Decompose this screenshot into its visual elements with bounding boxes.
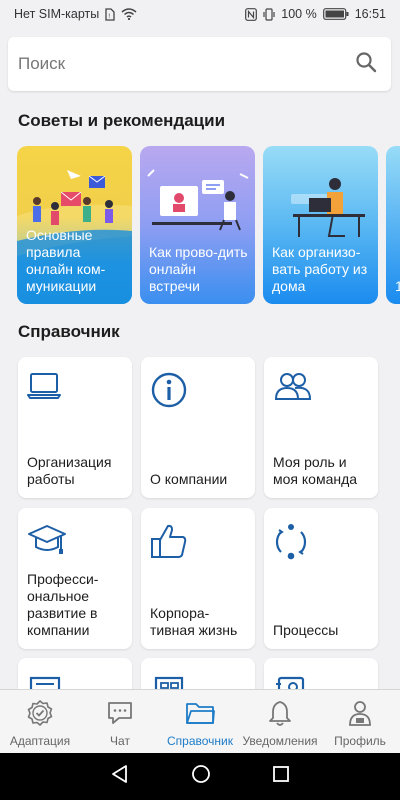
nav-item-reference[interactable]: Справочник xyxy=(160,690,240,753)
tips-section-title: Советы и рекомендации xyxy=(18,111,226,130)
chat-icon xyxy=(105,699,135,730)
nav-item-adaptation[interactable]: Адаптация xyxy=(0,690,80,753)
graduation-cap-icon xyxy=(27,522,67,563)
info-icon xyxy=(150,371,188,414)
nav-item-profile[interactable]: Профиль xyxy=(320,690,400,753)
status-bar: Нет SIM-карты ! 100 % 16:51 xyxy=(0,0,400,28)
search-icon[interactable] xyxy=(355,51,377,78)
nfc-icon xyxy=(245,7,258,21)
sim-icon: ! xyxy=(105,7,115,21)
battery-icon xyxy=(322,8,349,20)
laptop-icon xyxy=(27,371,63,406)
reference-tile-corporate-life[interactable]: Корпора-тивная жизнь xyxy=(141,508,255,649)
tip-card[interactable]: Как организо-вать работу из дома xyxy=(263,146,378,304)
nav-label: Адаптация xyxy=(9,734,71,748)
battery-percent: 100 % xyxy=(281,7,317,21)
home-icon[interactable] xyxy=(191,764,211,789)
folder-icon xyxy=(184,699,216,730)
tile-label: Организация работы xyxy=(27,454,112,487)
back-icon[interactable] xyxy=(110,764,130,789)
tip-card[interactable]: Основные правила онлайн ком-муникации xyxy=(17,146,132,304)
reference-section-title: Справочник xyxy=(18,322,120,341)
search-input[interactable] xyxy=(18,54,318,74)
reference-tile-processes[interactable]: Процессы xyxy=(264,508,378,649)
tip-card-label: Как организо-вать работу из дома xyxy=(272,244,368,294)
tile-label: Професси-ональное развитие в компании xyxy=(27,571,99,638)
tip-card-label: 1 xyxy=(395,278,400,294)
svg-text:!: ! xyxy=(108,13,110,20)
recents-icon[interactable] xyxy=(272,765,290,788)
bell-icon xyxy=(266,699,294,730)
tile-label: Процессы xyxy=(273,622,339,638)
thumbs-up-icon xyxy=(150,522,188,565)
search-bar[interactable] xyxy=(8,37,391,91)
reference-tile-work-organization[interactable]: Организация работы xyxy=(18,357,132,498)
status-left: Нет SIM-карты ! xyxy=(14,7,137,21)
nav-item-notifications[interactable]: Уведомления xyxy=(240,690,320,753)
tile-label: Корпора-тивная жизнь xyxy=(150,605,238,638)
tip-card[interactable]: Как прово-дить онлайн встречи xyxy=(140,146,255,304)
nav-label: Справочник xyxy=(167,734,233,748)
cycle-icon xyxy=(273,522,309,565)
tile-label: Моя роль и моя команда xyxy=(273,454,358,487)
reference-tile-about-company[interactable]: О компании xyxy=(141,357,255,498)
nav-label: Чат xyxy=(110,734,130,748)
nav-label: Уведомления xyxy=(242,734,318,748)
reference-tile-professional-development[interactable]: Професси-ональное развитие в компании xyxy=(18,508,132,649)
nav-label: Профиль xyxy=(334,734,386,748)
clock: 16:51 xyxy=(354,7,386,21)
tip-card-label: Как прово-дить онлайн встречи xyxy=(149,244,248,294)
profile-icon xyxy=(346,699,374,730)
tips-carousel[interactable]: Основные правила онлайн ком-муникации Ка… xyxy=(17,146,400,306)
team-icon xyxy=(273,371,313,408)
wifi-icon xyxy=(121,8,137,20)
tip-card-label: Основные правила онлайн ком-муникации xyxy=(26,227,106,294)
tile-label: О компании xyxy=(150,471,228,487)
reference-tile-my-role-team[interactable]: Моя роль и моя команда xyxy=(264,357,378,498)
system-navigation-bar xyxy=(0,753,400,800)
badge-check-icon xyxy=(26,699,54,730)
vibrate-icon xyxy=(263,7,275,21)
status-right: 100 % 16:51 xyxy=(245,7,386,21)
carrier-text: Нет SIM-карты xyxy=(14,7,100,21)
tip-card[interactable]: 1 xyxy=(386,146,400,304)
nav-item-chat[interactable]: Чат xyxy=(80,690,160,753)
bottom-navigation: Адаптация Чат Справочник Уведомления Про… xyxy=(0,689,400,753)
